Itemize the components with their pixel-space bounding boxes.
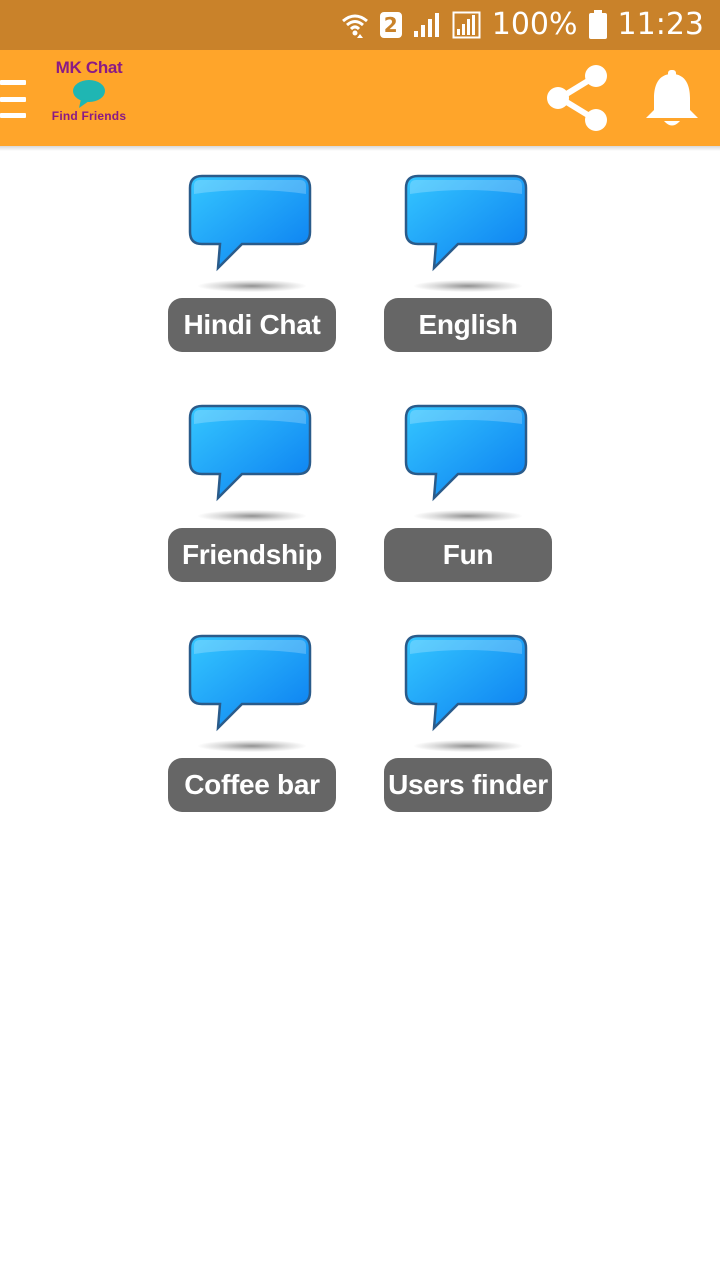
chat-room-grid: Hindi Chat English Friendship Fun Coffee [168, 172, 552, 816]
chat-bubble-icon [404, 634, 528, 732]
status-bar: 2 100% 11:23 [0, 0, 720, 50]
chat-bubble-icon [188, 174, 312, 272]
chat-room-label[interactable]: Users finder [384, 758, 552, 812]
clock: 11:23 [617, 7, 704, 42]
menu-icon-bar [0, 113, 26, 118]
bell-icon [646, 70, 698, 126]
sim-badge: 2 [379, 12, 402, 38]
signal-icon [452, 11, 482, 39]
chat-room-hindi-chat[interactable]: Hindi Chat [168, 172, 336, 356]
chat-bubble-icon [73, 80, 105, 108]
chat-room-label[interactable]: Friendship [168, 528, 336, 582]
tile-shadow [198, 740, 306, 752]
tile-shadow [414, 510, 522, 522]
signal-icon [412, 11, 442, 39]
tile-shadow [414, 740, 522, 752]
app-bar: MK Chat Find Friends [0, 50, 720, 146]
battery-percent: 100% [491, 7, 578, 42]
share-icon [547, 65, 607, 131]
menu-button[interactable] [0, 80, 28, 118]
chat-room-label[interactable]: Coffee bar [168, 758, 336, 812]
tile-shadow [198, 280, 306, 292]
share-button[interactable] [540, 62, 612, 134]
app-logo: MK Chat Find Friends [44, 56, 134, 132]
chat-room-coffee-bar[interactable]: Coffee bar [168, 632, 336, 816]
app-bar-divider [0, 146, 720, 151]
logo-subtitle: Find Friends [51, 109, 127, 123]
chat-room-label[interactable]: Fun [384, 528, 552, 582]
chat-bubble-icon [404, 174, 528, 272]
chat-room-label[interactable]: English [384, 298, 552, 352]
chat-bubble-icon [188, 404, 312, 502]
status-icons: 2 100% 11:23 [340, 0, 704, 50]
menu-icon [0, 80, 26, 85]
chat-room-label[interactable]: Hindi Chat [168, 298, 336, 352]
tile-shadow [198, 510, 306, 522]
chat-bubble-icon [404, 404, 528, 502]
chat-bubble-icon [188, 634, 312, 732]
chat-room-users-finder[interactable]: Users finder [384, 632, 552, 816]
menu-icon-bar [0, 96, 26, 102]
tile-shadow [414, 280, 522, 292]
logo-title: MK Chat [55, 58, 123, 77]
chat-room-friendship[interactable]: Friendship [168, 402, 336, 586]
wifi-icon [340, 10, 370, 40]
notifications-button[interactable] [636, 64, 708, 132]
battery-icon [588, 10, 608, 40]
chat-room-fun[interactable]: Fun [384, 402, 552, 586]
chat-room-english[interactable]: English [384, 172, 552, 356]
